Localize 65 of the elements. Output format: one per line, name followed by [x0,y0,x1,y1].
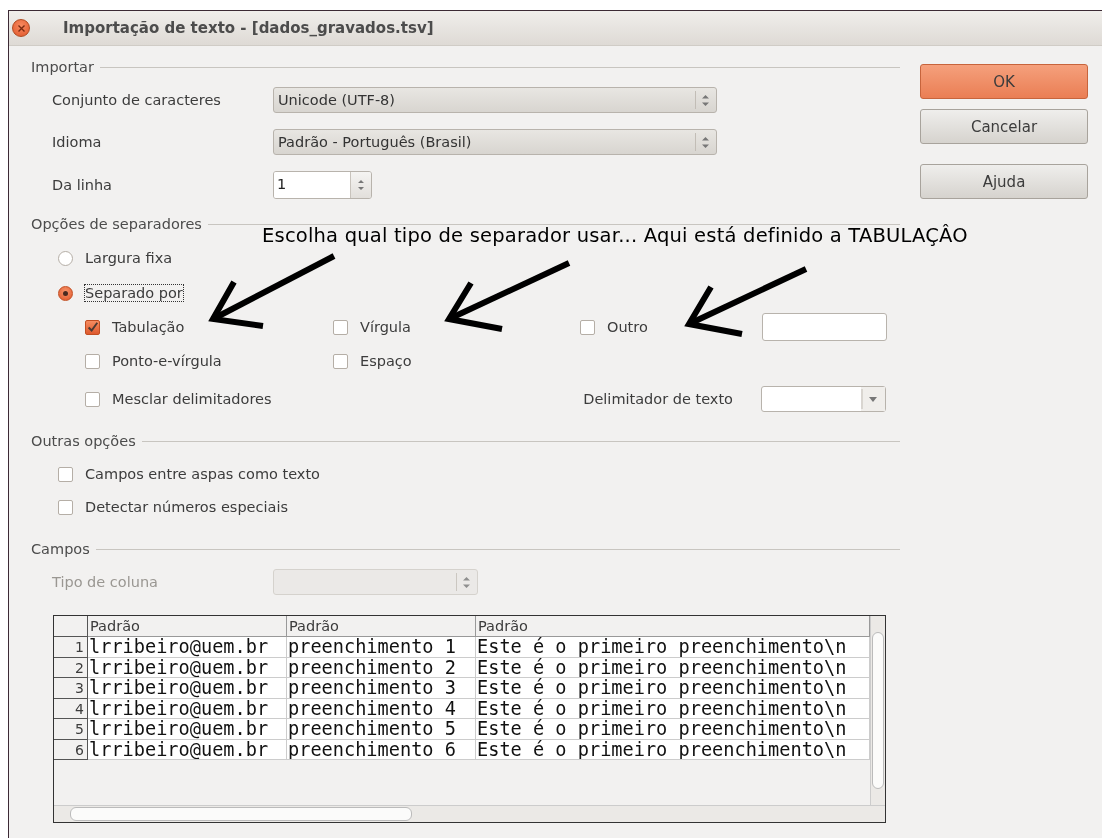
stepper-icon [463,576,470,588]
table-cell: preenchimento 2 [287,657,476,678]
dropdown[interactable] [761,386,886,412]
checkbox-label[interactable]: Vírgula [360,319,411,335]
radio-label[interactable]: Separado por [85,285,183,301]
table-cell: lrribeiro@uem.br [88,678,287,699]
table-cell: preenchimento 6 [287,739,476,760]
table-cell: Este é o primeiro preenchimento\n [476,719,870,740]
stepper-icon [702,136,709,148]
field-label: Delimitador de texto [583,391,733,407]
table-cell: Este é o primeiro preenchimento\n [476,657,870,678]
table-cell: Este é o primeiro preenchimento\n [476,739,870,760]
horizontal-scrollbar[interactable] [54,805,885,822]
checkbox[interactable] [58,466,73,482]
vertical-scrollbar[interactable] [870,616,885,805]
table-cell: lrribeiro@uem.br [88,637,287,658]
radio-button[interactable] [58,250,73,266]
field-label: Tipo de coluna [52,574,159,590]
checkbox-label[interactable]: Campos entre aspas como texto [85,466,320,482]
radio-button[interactable] [58,285,73,301]
section-heading: Opções de separadores [31,216,202,232]
field-label: Da linha [52,177,113,193]
section-heading: Campos [31,541,90,557]
table-cell: preenchimento 1 [287,637,476,658]
dropdown[interactable]: Unicode (UTF-8) [273,87,717,113]
close-button[interactable] [12,19,30,37]
checkbox-label[interactable]: Detectar números especiais [85,499,288,515]
table-cell: Este é o primeiro preenchimento\n [476,637,870,658]
window-title: Importação de texto - [dados_gravados.tsv] [63,19,434,37]
text-field[interactable] [761,313,887,341]
checkbox[interactable] [85,391,100,407]
checkbox[interactable] [333,319,348,335]
checkbox[interactable] [58,499,73,515]
checkbox-label[interactable]: Espaço [360,353,412,369]
table-cell: Este é o primeiro preenchimento\n [476,678,870,699]
table-cell: lrribeiro@uem.br [88,698,287,719]
annotation-text: Escolha qual tipo de separador usar... Aqui está definido a TABULAÇÂO [262,224,968,247]
checkbox-label[interactable]: Tabulação [112,319,185,335]
dialog-button[interactable]: Ajuda [920,164,1088,199]
table-cell: preenchimento 3 [287,678,476,699]
close-icon [17,24,25,32]
checkbox-label[interactable]: Ponto-e-vírgula [112,353,222,369]
checkbox[interactable] [333,353,348,369]
table-cell: Este é o primeiro preenchimento\n [476,698,870,719]
table-cell: lrribeiro@uem.br [88,739,287,760]
table-cell: lrribeiro@uem.br [88,657,287,678]
checkbox[interactable] [85,353,100,369]
section-heading: Outras opções [31,433,136,449]
table-cell: preenchimento 5 [287,719,476,740]
header-corner [54,616,88,637]
checkbox[interactable] [85,319,100,335]
dialog-button[interactable]: OK [920,64,1088,99]
field-label: Idioma [52,134,103,150]
dialog-button[interactable]: Cancelar [920,109,1088,144]
radio-label[interactable]: Largura fixa [85,250,173,266]
checkbox-label[interactable]: Mesclar delimitadores [112,391,272,407]
table-cell: preenchimento 4 [287,698,476,719]
checkbox[interactable] [580,319,595,335]
stepper-icon [702,94,709,106]
table-cell: lrribeiro@uem.br [88,719,287,740]
field-label: Conjunto de caracteres [52,92,222,108]
section-heading: Importar [31,59,94,75]
caret-icon [861,387,885,411]
checkbox-label[interactable]: Outro [607,319,648,335]
dropdown[interactable]: Padrão - Português (Brasil) [273,129,717,155]
